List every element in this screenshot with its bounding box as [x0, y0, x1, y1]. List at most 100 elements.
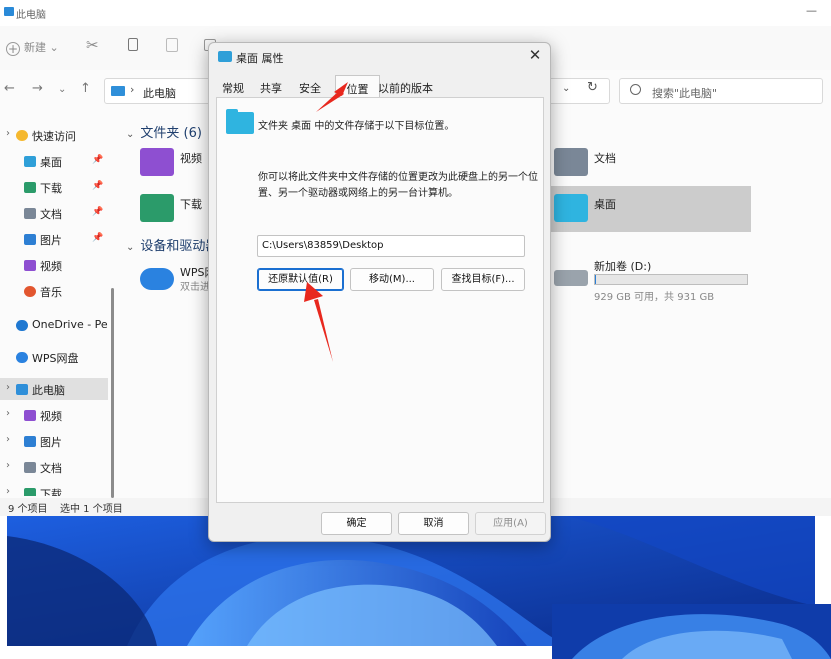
- pin-icon[interactable]: 📌: [92, 233, 103, 243]
- desktop-icon: [24, 156, 36, 167]
- address-dropdown-icon[interactable]: ⌄: [562, 83, 570, 94]
- download-folder-icon: [140, 194, 174, 222]
- nav-item-downloads[interactable]: 下载 📌: [0, 176, 108, 198]
- video-folder-icon: [140, 148, 174, 176]
- nav-pc-videos[interactable]: › 视频: [0, 404, 108, 426]
- apply-button[interactable]: 应用(A): [475, 512, 546, 535]
- folder-documents[interactable]: 文档: [554, 148, 674, 180]
- nav-quick-access[interactable]: › 快速访问: [0, 124, 108, 146]
- nav-item-videos[interactable]: 视频: [0, 254, 108, 276]
- close-icon[interactable]: ✕: [525, 46, 545, 64]
- nav-label: OneDrive - Pers: [32, 318, 108, 331]
- new-button[interactable]: + 新建 ⌄: [6, 39, 59, 56]
- nav-pc-downloads[interactable]: › 下载: [0, 482, 108, 496]
- cancel-button[interactable]: 取消: [398, 512, 469, 535]
- nav-label: 视频: [40, 260, 62, 273]
- document-folder-icon: [554, 148, 588, 176]
- nav-item-pictures[interactable]: 图片 📌: [0, 228, 108, 250]
- properties-dialog: 桌面 属性 ✕ 常规 共享 安全 位置 以前的版本 文件夹 桌面 中的文件存储于…: [208, 42, 551, 542]
- location-statement: 文件夹 桌面 中的文件存储于以下目标位置。: [258, 121, 455, 132]
- tab-security[interactable]: 安全: [299, 77, 321, 98]
- dialog-titlebar: 桌面 属性 ✕: [209, 43, 550, 73]
- nav-label: 音乐: [40, 286, 62, 299]
- ok-button[interactable]: 确定: [321, 512, 392, 535]
- drive-name: 新加卷 (D:): [594, 260, 652, 273]
- nav-label: 快速访问: [32, 130, 76, 143]
- chevron-down-icon: ⌄: [126, 242, 135, 253]
- nav-this-pc[interactable]: › 此电脑: [0, 378, 108, 400]
- paste-icon[interactable]: [166, 38, 178, 52]
- nav-label: 下载: [40, 488, 62, 496]
- expand-chevron-icon[interactable]: ›: [6, 382, 10, 393]
- new-label: 新建: [24, 41, 46, 54]
- star-icon: [16, 130, 28, 141]
- video-icon: [24, 410, 36, 421]
- search-input[interactable]: 搜索"此电脑": [619, 78, 823, 104]
- wps-cloud-icon: [16, 352, 28, 363]
- pc-icon: [16, 384, 28, 395]
- folder-desktop[interactable]: 桌面: [554, 194, 674, 226]
- search-placeholder: 搜索"此电脑": [652, 87, 718, 100]
- nav-label: 图片: [40, 436, 62, 449]
- breadcrumb-this-pc[interactable]: 此电脑: [143, 85, 176, 101]
- nav-item-desktop[interactable]: 桌面 📌: [0, 150, 108, 172]
- onedrive-icon: [16, 320, 28, 331]
- download-icon: [24, 182, 36, 193]
- nav-label: WPS网盘: [32, 352, 79, 365]
- nav-scrollbar[interactable]: [111, 288, 114, 498]
- breadcrumb-separator: ›: [130, 83, 135, 96]
- explorer-titlebar: 此电脑 —: [0, 0, 831, 26]
- refresh-icon[interactable]: ↻: [587, 80, 598, 95]
- nav-label: 图片: [40, 234, 62, 247]
- tab-sharing[interactable]: 共享: [260, 77, 282, 98]
- tab-general[interactable]: 常规: [222, 77, 244, 98]
- tab-previous-versions[interactable]: 以前的版本: [378, 77, 433, 98]
- dialog-title: 桌面 属性: [236, 52, 284, 65]
- up-arrow-icon[interactable]: ↑: [80, 81, 91, 96]
- forward-arrow-icon[interactable]: →: [32, 81, 43, 96]
- cut-icon[interactable]: ✂: [86, 36, 99, 54]
- wallpaper-art: [552, 604, 831, 659]
- pin-icon[interactable]: 📌: [92, 181, 103, 191]
- nav-pc-documents[interactable]: › 文档: [0, 456, 108, 478]
- music-icon: [24, 286, 36, 297]
- copy-icon[interactable]: [128, 38, 138, 51]
- nav-item-music[interactable]: 音乐: [0, 280, 108, 302]
- nav-item-documents[interactable]: 文档 📌: [0, 202, 108, 224]
- folders-group-header[interactable]: ⌄ 文件夹 (6): [126, 122, 202, 141]
- video-icon: [24, 260, 36, 271]
- find-target-button[interactable]: 查找目标(F)...: [441, 268, 525, 291]
- location-panel: 文件夹 桌面 中的文件存储于以下目标位置。 你可以将此文件夹中文件存储的位置更改…: [216, 97, 544, 503]
- folder-name: 视频: [180, 152, 202, 165]
- target-path-field[interactable]: C:\Users\83859\Desktop: [257, 235, 525, 257]
- devices-group-header[interactable]: ⌄ 设备和驱动器: [126, 235, 218, 254]
- download-icon: [24, 488, 36, 496]
- nav-pc-pictures[interactable]: › 图片: [0, 430, 108, 452]
- document-icon: [24, 208, 36, 219]
- expand-chevron-icon[interactable]: ›: [6, 434, 10, 445]
- folder-name: 文档: [594, 152, 616, 165]
- minimize-icon[interactable]: —: [806, 4, 817, 17]
- expand-chevron-icon[interactable]: ›: [6, 408, 10, 419]
- move-button[interactable]: 移动(M)...: [350, 268, 434, 291]
- expand-chevron-icon[interactable]: ›: [6, 128, 10, 139]
- item-count: 9 个项目: [8, 504, 48, 515]
- expand-chevron-icon[interactable]: ›: [6, 486, 10, 496]
- nav-onedrive[interactable]: OneDrive - Pers: [0, 314, 108, 336]
- pin-icon[interactable]: 📌: [92, 207, 103, 217]
- expand-chevron-icon[interactable]: ›: [6, 460, 10, 471]
- back-arrow-icon[interactable]: ←: [4, 81, 15, 96]
- restore-default-button[interactable]: 还原默认值(R): [257, 268, 344, 291]
- plus-icon: +: [6, 42, 20, 56]
- pin-icon[interactable]: 📌: [92, 155, 103, 165]
- nav-label: 文档: [40, 462, 62, 475]
- desktop-wallpaper-second: [552, 604, 831, 659]
- navigation-pane: › 快速访问 桌面 📌 下载 📌 文档 📌 图片 📌 视频 音乐 OneDriv…: [0, 118, 116, 504]
- nav-wps-cloud[interactable]: WPS网盘: [0, 346, 108, 368]
- picture-icon: [24, 234, 36, 245]
- hard-drive-icon: [554, 270, 588, 286]
- nav-label: 视频: [40, 410, 62, 423]
- tab-location[interactable]: 位置: [335, 75, 380, 98]
- recent-chevron-icon[interactable]: ⌄: [58, 84, 66, 95]
- chevron-down-icon: ⌄: [49, 41, 59, 54]
